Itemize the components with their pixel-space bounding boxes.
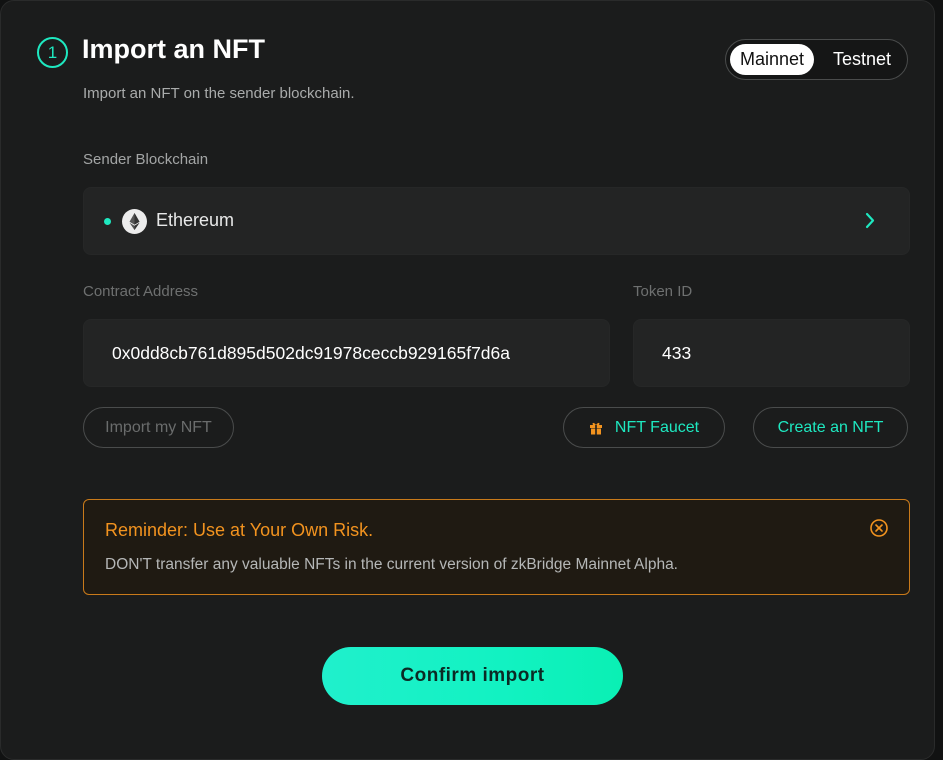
create-nft-button[interactable]: Create an NFT [753,407,908,448]
chevron-right-icon [865,212,875,229]
close-icon[interactable] [869,518,889,538]
risk-reminder-banner: Reminder: Use at Your Own Risk. DON'T tr… [83,499,910,595]
import-nft-card: 1 Import an NFT Import an NFT on the sen… [0,0,935,760]
sender-blockchain-select[interactable]: Ethereum [83,187,910,255]
contract-address-input[interactable] [84,320,609,386]
token-id-input[interactable] [634,320,909,386]
status-dot [104,218,111,225]
nft-faucet-button[interactable]: NFT Faucet [563,407,725,448]
import-my-nft-button[interactable]: Import my NFT [83,407,234,448]
page-title: Import an NFT [82,34,265,64]
confirm-import-button[interactable]: Confirm import [322,647,623,705]
mainnet-option[interactable]: Mainnet [730,44,814,75]
page-subtitle: Import an NFT on the sender blockchain. [83,85,355,102]
chain-name: Ethereum [156,210,235,230]
ethereum-icon [122,209,147,234]
token-id-label: Token ID [633,283,693,300]
reminder-text: DON'T transfer any valuable NFTs in the … [105,556,678,573]
contract-address-field [83,319,610,387]
contract-address-label: Contract Address [83,283,199,300]
token-id-field [633,319,910,387]
network-toggle: Mainnet Testnet [725,39,908,80]
nft-faucet-label: NFT Faucet [614,418,700,436]
step-number-badge: 1 [37,37,68,68]
testnet-option[interactable]: Testnet [820,44,904,75]
sender-blockchain-label: Sender Blockchain [83,151,209,168]
gift-icon [589,422,602,434]
reminder-title: Reminder: Use at Your Own Risk. [105,520,374,540]
